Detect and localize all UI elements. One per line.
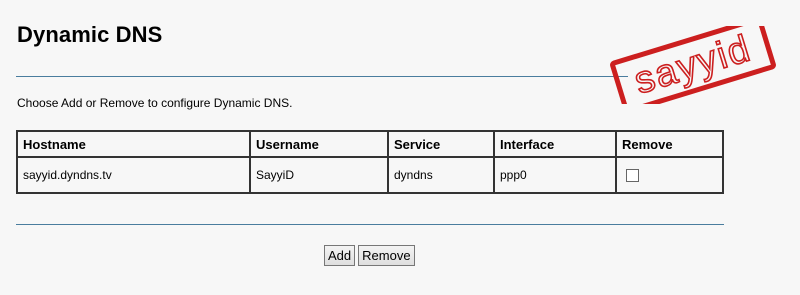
column-header-username: Username <box>249 130 389 158</box>
action-buttons: Add Remove <box>324 245 415 266</box>
table-header-row: Hostname Username Service Interface Remo… <box>16 130 724 158</box>
column-header-service: Service <box>387 130 495 158</box>
table-row: sayyid.dyndns.tv SayyiD dyndns ppp0 <box>16 156 724 194</box>
dynamic-dns-table: Hostname Username Service Interface Remo… <box>16 130 724 194</box>
column-header-interface: Interface <box>493 130 617 158</box>
divider-bottom <box>16 224 724 225</box>
column-header-remove: Remove <box>615 130 724 158</box>
add-button[interactable]: Add <box>324 245 356 266</box>
divider-top <box>16 76 628 77</box>
cell-interface: ppp0 <box>493 156 617 194</box>
watermark-stamp: sayyid <box>610 26 776 104</box>
column-header-hostname: Hostname <box>16 130 251 158</box>
page-title: Dynamic DNS <box>17 22 163 47</box>
cell-service: dyndns <box>387 156 495 194</box>
cell-hostname: sayyid.dyndns.tv <box>16 156 251 194</box>
remove-checkbox[interactable] <box>626 169 639 183</box>
instructions-text: Choose Add or Remove to configure Dynami… <box>17 96 293 110</box>
remove-button[interactable]: Remove <box>358 245 415 266</box>
cell-username: SayyiD <box>249 156 389 194</box>
cell-remove <box>615 156 724 194</box>
